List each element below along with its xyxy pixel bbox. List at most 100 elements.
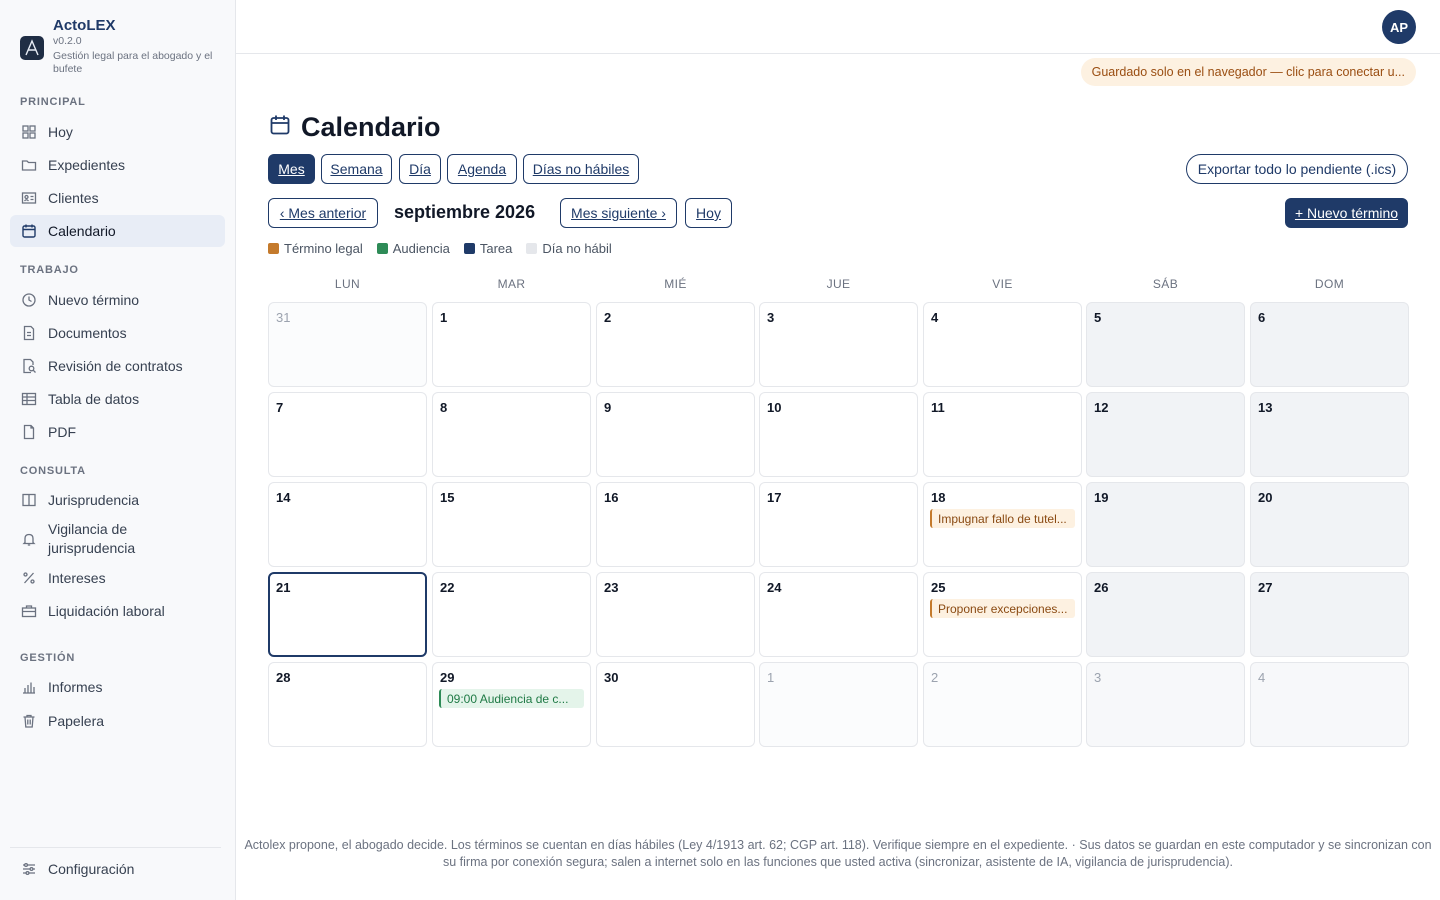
nav-section-principal: PRINCIPAL — [20, 96, 86, 108]
legal-term-event[interactable]: Impugnar fallo de tutel... — [930, 509, 1075, 528]
sidebar-item-label: Documentos — [48, 325, 127, 341]
next-month-button[interactable]: Mes siguiente › — [560, 198, 677, 228]
sidebar-item-intereses[interactable]: Intereses — [10, 562, 225, 594]
user-avatar[interactable]: AP — [1382, 10, 1416, 44]
calendar-day-today[interactable]: 21 — [268, 572, 427, 657]
calendar-day[interactable]: 2 — [596, 302, 755, 387]
calendar-day[interactable]: 30 — [596, 662, 755, 747]
calendar-day[interactable]: 14 — [268, 482, 427, 567]
day-number: 4 — [1258, 670, 1266, 685]
calendar-day[interactable]: 28 — [268, 662, 427, 747]
sidebar-item-pdf[interactable]: PDF — [10, 416, 225, 448]
calendar-day[interactable]: 10 — [759, 392, 918, 477]
sidebar-item-configuracion[interactable]: Configuración — [10, 853, 225, 885]
nav-section-consulta: CONSULTA — [20, 465, 86, 477]
sidebar-item-documentos[interactable]: Documentos — [10, 317, 225, 349]
tab-agenda[interactable]: Agenda — [447, 154, 517, 184]
nav-section-trabajo: TRABAJO — [20, 264, 79, 276]
calendar-day[interactable]: 25 Proponer excepciones... — [923, 572, 1082, 657]
sidebar-item-label: Calendario — [48, 223, 116, 239]
calendar-day[interactable]: 19 — [1086, 482, 1245, 567]
sidebar-item-label: PDF — [48, 424, 76, 440]
calendar-day[interactable]: 4 — [923, 302, 1082, 387]
sidebar-item-tabla-datos[interactable]: Tabla de datos — [10, 383, 225, 415]
hearing-event[interactable]: 09:00 Audiencia de c... — [439, 689, 584, 708]
app-version: v0.2.0 — [53, 35, 82, 47]
day-number: 19 — [1094, 490, 1109, 505]
calendar-day[interactable]: 3 — [1086, 662, 1245, 747]
sidebar-item-revision-contratos[interactable]: Revisión de contratos — [10, 350, 225, 382]
tab-mes[interactable]: Mes — [268, 154, 315, 184]
calendar-day[interactable]: 11 — [923, 392, 1082, 477]
sidebar-item-label: Papelera — [48, 713, 105, 729]
clock-icon — [20, 291, 38, 309]
calendar-day[interactable]: 22 — [432, 572, 591, 657]
tab-dia[interactable]: Día — [399, 154, 441, 184]
calendar-day[interactable]: 5 — [1086, 302, 1245, 387]
tab-semana[interactable]: Semana — [321, 154, 392, 184]
calendar-day[interactable]: 16 — [596, 482, 755, 567]
calendar-day[interactable]: 12 — [1086, 392, 1245, 477]
calendar-day[interactable]: 3 — [759, 302, 918, 387]
calendar-day[interactable]: 7 — [268, 392, 427, 477]
calendar-day[interactable]: 27 — [1250, 572, 1409, 657]
legend-label: Término legal — [284, 241, 363, 256]
export-ics-button[interactable]: Exportar todo lo pendiente (.ics) — [1186, 154, 1408, 184]
calendar-day[interactable]: 1 — [759, 662, 918, 747]
sidebar-item-label: Liquidación laboral — [48, 603, 165, 619]
day-number: 12 — [1094, 400, 1109, 415]
calendar-day[interactable]: 24 — [759, 572, 918, 657]
weekday-header: JUE — [826, 277, 851, 291]
sidebar-item-liquidacion-laboral[interactable]: Liquidación laboral — [10, 595, 225, 627]
prev-month-button[interactable]: ‹ Mes anterior — [268, 198, 378, 228]
weekday-header: MIÉ — [664, 277, 687, 291]
calendar-day[interactable]: 20 — [1250, 482, 1409, 567]
calendar-day[interactable]: 13 — [1250, 392, 1409, 477]
bar-chart-icon — [20, 678, 38, 696]
day-number: 31 — [276, 310, 291, 325]
calendar-day[interactable]: 29 09:00 Audiencia de c... — [432, 662, 591, 747]
legend-swatch — [463, 243, 475, 254]
calendar-day[interactable]: 9 — [596, 392, 755, 477]
document-icon — [20, 324, 38, 342]
day-number: 3 — [767, 310, 775, 325]
sidebar-item-nuevo-termino[interactable]: Nuevo término — [10, 284, 225, 316]
calendar-day[interactable]: 4 — [1250, 662, 1409, 747]
calendar-day[interactable]: 2 — [923, 662, 1082, 747]
app-logo — [20, 36, 44, 60]
sidebar-item-clientes[interactable]: Clientes — [10, 182, 225, 214]
legend-label: Tarea — [479, 241, 513, 256]
calendar-day[interactable]: 23 — [596, 572, 755, 657]
new-term-button[interactable]: + Nuevo término — [1285, 198, 1408, 228]
calendar-day[interactable]: 18 Impugnar fallo de tutel... — [923, 482, 1082, 567]
book-icon — [20, 491, 38, 509]
sidebar-item-label: Tabla de datos — [48, 391, 140, 407]
day-number: 11 — [931, 400, 945, 415]
sidebar-item-informes[interactable]: Informes — [10, 671, 225, 703]
legend-swatch — [376, 243, 388, 254]
calendar-day[interactable]: 15 — [432, 482, 591, 567]
sidebar-item-vigilancia[interactable]: Vigilancia de jurisprudencia — [10, 517, 225, 561]
calendar-day[interactable]: 26 — [1086, 572, 1245, 657]
calendar-icon — [269, 114, 291, 141]
sidebar-item-calendario[interactable]: Calendario — [10, 215, 225, 247]
topbar: AP — [236, 0, 1440, 54]
id-card-icon — [20, 189, 38, 207]
sidebar-item-hoy[interactable]: Hoy — [10, 116, 225, 148]
sidebar-item-label: Nuevo término — [48, 292, 140, 308]
calendar-day[interactable]: 31 — [268, 302, 427, 387]
calendar-day[interactable]: 8 — [432, 392, 591, 477]
calendar-day[interactable]: 6 — [1250, 302, 1409, 387]
legal-term-event[interactable]: Proponer excepciones... — [930, 599, 1075, 618]
sidebar-item-label: Intereses — [48, 570, 106, 586]
local-save-banner[interactable]: Guardado solo en el navegador — clic par… — [1080, 58, 1416, 86]
day-number: 24 — [767, 580, 782, 595]
briefcase-icon — [20, 602, 38, 620]
tab-dias-no-habiles[interactable]: Días no hábiles — [523, 154, 639, 184]
sidebar-item-jurisprudencia[interactable]: Jurisprudencia — [10, 484, 225, 516]
sidebar-item-expedientes[interactable]: Expedientes — [10, 149, 225, 181]
calendar-day[interactable]: 17 — [759, 482, 918, 567]
today-button[interactable]: Hoy — [685, 198, 732, 228]
sidebar-item-papelera[interactable]: Papelera — [10, 705, 225, 737]
calendar-day[interactable]: 1 — [432, 302, 591, 387]
